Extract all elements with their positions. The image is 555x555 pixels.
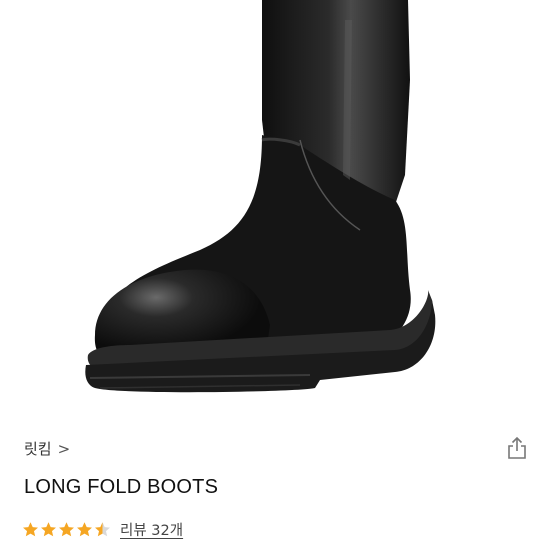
product-image[interactable] [0,0,555,415]
star-icon [59,522,74,537]
boot-illustration [85,0,436,393]
chevron-right-icon: > [57,439,71,458]
brand-link[interactable]: 릿킴 > [24,438,70,459]
star-icon [41,522,56,537]
reviews-link[interactable]: 리뷰 32개 [120,519,183,540]
star-icon [77,522,92,537]
rating-row: 리뷰 32개 [22,519,183,540]
star-icon [23,522,38,537]
share-icon[interactable] [506,436,528,460]
half-star-icon [95,522,110,537]
product-title: LONG FOLD BOOTS [24,476,219,498]
brand-name: 릿킴 [24,440,52,458]
star-rating [22,521,111,538]
